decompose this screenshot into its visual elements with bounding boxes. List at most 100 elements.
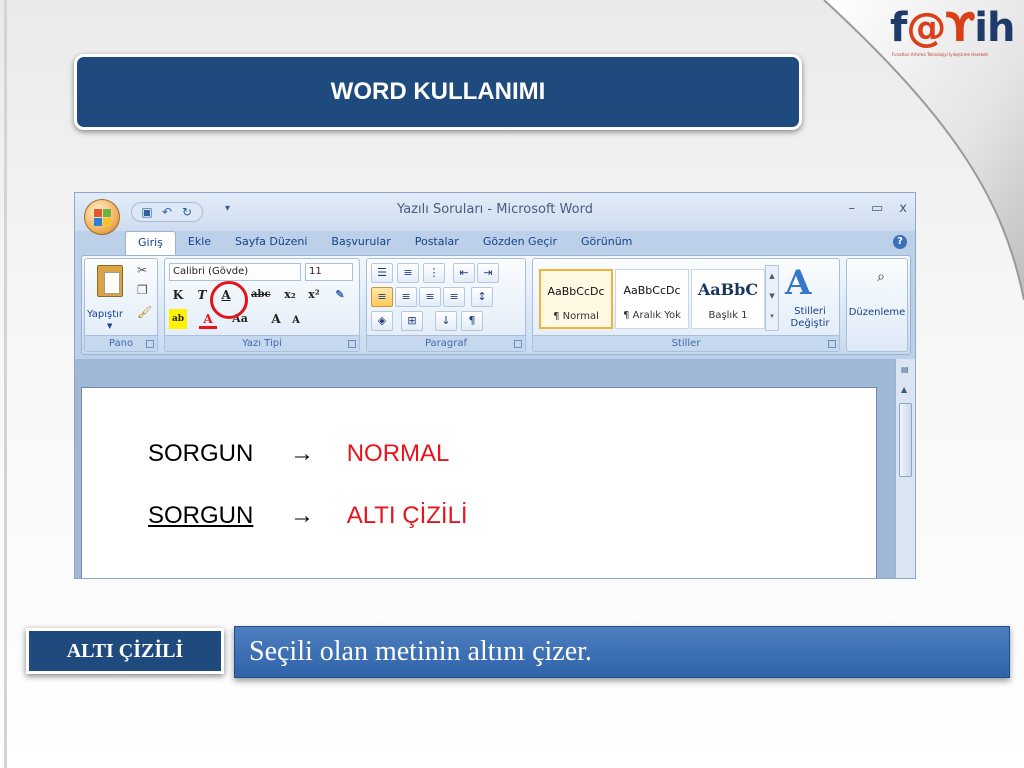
font-launcher-icon[interactable] xyxy=(348,340,356,348)
change-styles-button[interactable]: Stilleri Değiştir xyxy=(785,306,835,330)
subscript-button[interactable]: x₂ xyxy=(281,285,299,305)
styles-group: AaBbCcDc ¶ Normal AaBbCcDc ¶ Aralık Yok … xyxy=(532,258,840,352)
tab-insert[interactable]: Ekle xyxy=(176,231,223,255)
align-center-button[interactable]: ≡ xyxy=(395,287,417,307)
bold-button[interactable]: K xyxy=(169,285,187,305)
paragraph-group-label: Paragraf xyxy=(367,335,525,351)
tab-review[interactable]: Gözden Geçir xyxy=(471,231,569,255)
document-area: SORGUN → NORMAL SORGUN → ALTI ÇİZİLİ xyxy=(75,359,895,578)
bullets-button[interactable]: ☰ xyxy=(371,263,393,283)
tab-view[interactable]: Görünüm xyxy=(569,231,644,255)
save-icon[interactable]: ▣ xyxy=(140,205,154,219)
doc-line-right-text: ALTI ÇİZİLİ xyxy=(346,502,468,529)
office-button[interactable] xyxy=(84,199,120,235)
slide-title-bar: WORD KULLANIMI xyxy=(74,54,802,130)
feature-description-box: Seçili olan metinin altını çizer. xyxy=(234,626,1010,678)
editing-group: ⌕ Düzenleme xyxy=(846,258,908,352)
font-name-field[interactable]: Calibri (Gövde) xyxy=(169,263,301,281)
strikethrough-button[interactable]: abc xyxy=(251,285,271,305)
scroll-up-icon[interactable]: ▲ xyxy=(901,385,907,394)
tab-references[interactable]: Başvurular xyxy=(319,231,402,255)
logo-subtitle: Fırsatları Artırma Teknolojiyi İyileştir… xyxy=(892,52,989,57)
styles-group-label: Stiller xyxy=(533,335,839,351)
style-name: ¶ Aralık Yok xyxy=(623,310,681,321)
doc-line-left-text: SORGUN xyxy=(148,440,254,467)
office-logo-icon xyxy=(94,209,112,227)
format-painter-icon[interactable]: 🖌 xyxy=(137,305,152,319)
justify-button[interactable]: ≡ xyxy=(443,287,465,307)
style-name: Başlık 1 xyxy=(708,310,748,321)
feature-tag-text: ALTI ÇİZİLİ xyxy=(66,639,184,662)
quick-access-toolbar: ▣ ↶ ↻ xyxy=(131,202,203,222)
maximize-button[interactable]: ▭ xyxy=(871,201,883,216)
paste-dropdown-icon[interactable]: ▼ xyxy=(107,322,112,330)
minimize-button[interactable]: – xyxy=(849,201,856,216)
paragraph-launcher-icon[interactable] xyxy=(514,340,522,348)
paragraph-group: ☰ ≡ ⋮ ⇤ ⇥ ≡ ≡ ≡ ≡ ↕ ◈ ⊞ ↓ ¶ Paragraf xyxy=(366,258,526,352)
feature-tag: ALTI ÇİZİLİ xyxy=(26,628,224,674)
show-formatting-button[interactable]: ¶ xyxy=(461,311,483,331)
ruler-toggle-icon[interactable]: ▤ xyxy=(901,365,909,374)
ribbon: Yapıştır ▼ ✂ ❐ 🖌 Pano Calibri (Gövde) 11… xyxy=(81,255,911,355)
shrink-font-button[interactable]: A xyxy=(287,311,305,331)
align-right-button[interactable]: ≡ xyxy=(419,287,441,307)
style-sample: AaBbCcDc xyxy=(547,285,605,298)
editing-button[interactable]: Düzenleme xyxy=(847,307,907,318)
style-sample: AaBbC xyxy=(697,280,759,299)
scrollbar-thumb[interactable] xyxy=(899,403,912,477)
tab-mailings[interactable]: Postalar xyxy=(403,231,471,255)
font-size-field[interactable]: 11 xyxy=(305,263,353,281)
clipboard-group: Yapıştır ▼ ✂ ❐ 🖌 Pano xyxy=(84,258,158,352)
tab-page-layout[interactable]: Sayfa Düzeni xyxy=(223,231,319,255)
tab-home[interactable]: Giriş xyxy=(125,231,176,255)
superscript-button[interactable]: x² xyxy=(305,285,323,305)
ribbon-tabs: Giriş Ekle Sayfa Düzeni Başvurular Posta… xyxy=(125,231,644,255)
customize-qat-icon[interactable]: ▾ xyxy=(225,203,230,214)
arrow-icon: → xyxy=(290,440,315,467)
numbering-button[interactable]: ≡ xyxy=(397,263,419,283)
logo-wordmark: f@ϒih xyxy=(890,5,1015,51)
cut-icon[interactable]: ✂ xyxy=(137,263,147,277)
highlight-button[interactable]: ab xyxy=(169,309,187,329)
font-group-label: Yazı Tipi xyxy=(165,335,359,351)
word-window: Yazılı Soruları - Microsoft Word ▣ ↶ ↻ ▾… xyxy=(74,192,916,579)
redo-icon[interactable]: ↻ xyxy=(180,205,194,219)
doc-line-right-text: NORMAL xyxy=(346,440,450,467)
document-page[interactable]: SORGUN → NORMAL SORGUN → ALTI ÇİZİLİ xyxy=(81,387,877,578)
paste-button[interactable]: Yapıştır xyxy=(87,309,123,320)
shading-button[interactable]: ◈ xyxy=(371,311,393,331)
paste-icon[interactable] xyxy=(97,265,123,297)
clipboard-launcher-icon[interactable] xyxy=(146,340,154,348)
multilevel-list-button[interactable]: ⋮ xyxy=(423,263,445,283)
feature-description-text: Seçili olan metinin altını çizer. xyxy=(249,636,592,667)
style-heading-1[interactable]: AaBbC Başlık 1 xyxy=(691,269,765,329)
styles-scroll-icon[interactable]: ▲ ▼ ▾ xyxy=(765,265,779,331)
italic-button[interactable]: T xyxy=(193,285,211,305)
font-group: Calibri (Gövde) 11 K T A abc x₂ x² ✎ ab … xyxy=(164,258,360,352)
fatih-logo: f@ϒih Fırsatları Artırma Teknolojiyi İyi… xyxy=(890,6,1015,62)
increase-indent-button[interactable]: ⇥ xyxy=(477,263,499,283)
arrow-icon: → xyxy=(290,502,315,529)
sort-button[interactable]: ↓ xyxy=(435,311,457,331)
grow-font-button[interactable]: A xyxy=(267,309,285,329)
undo-icon[interactable]: ↶ xyxy=(160,205,174,219)
align-left-button[interactable]: ≡ xyxy=(371,287,393,307)
help-icon[interactable]: ? xyxy=(893,235,907,249)
find-icon[interactable]: ⌕ xyxy=(869,265,893,289)
vertical-scrollbar[interactable]: ▤ ▲ xyxy=(895,359,915,578)
style-no-spacing[interactable]: AaBbCcDc ¶ Aralık Yok xyxy=(615,269,689,329)
document-line: SORGUN → ALTI ÇİZİLİ xyxy=(148,502,468,530)
clear-formatting-icon[interactable]: ✎ xyxy=(331,285,349,305)
underline-highlight-circle xyxy=(210,281,248,319)
line-spacing-button[interactable]: ↕ xyxy=(471,287,493,307)
style-normal[interactable]: AaBbCcDc ¶ Normal xyxy=(539,269,613,329)
styles-launcher-icon[interactable] xyxy=(828,340,836,348)
change-styles-icon[interactable]: A xyxy=(785,263,811,303)
document-line: SORGUN → NORMAL xyxy=(148,440,449,468)
window-controls: – ▭ x xyxy=(849,201,908,216)
close-button[interactable]: x xyxy=(899,201,907,216)
borders-button[interactable]: ⊞ xyxy=(401,311,423,331)
decrease-indent-button[interactable]: ⇤ xyxy=(453,263,475,283)
copy-icon[interactable]: ❐ xyxy=(137,283,148,297)
slide-title: WORD KULLANIMI xyxy=(330,78,546,105)
